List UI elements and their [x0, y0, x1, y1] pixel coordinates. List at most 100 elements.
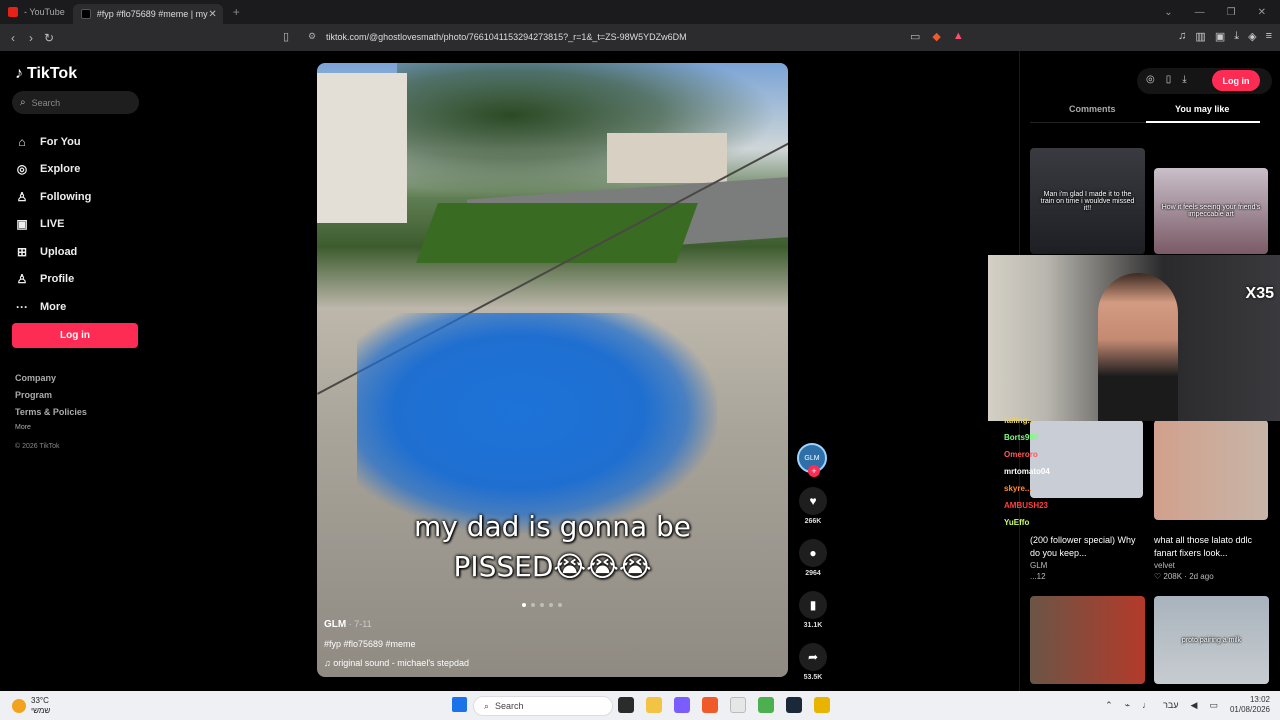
nav-label: More [40, 300, 67, 313]
footer-program[interactable]: Program [15, 390, 87, 407]
wallet-icon[interactable]: ▣ [1215, 30, 1225, 43]
save-action[interactable]: ▮ 31.1K [797, 591, 829, 629]
carousel-dot[interactable] [522, 603, 526, 607]
language-indicator[interactable]: עבר [1163, 700, 1178, 710]
like-count: 266K [804, 518, 822, 525]
footer-company[interactable]: Company [15, 373, 87, 390]
nav-live[interactable]: ▣ LIVE [14, 211, 91, 239]
new-tab-button[interactable]: + [233, 5, 240, 19]
comment-icon[interactable]: ● [799, 539, 827, 567]
app-icon[interactable] [814, 697, 830, 713]
close-icon[interactable]: ✕ [208, 9, 216, 20]
battery-icon[interactable]: ▭ [1209, 700, 1218, 711]
nav-explore[interactable]: ◎ Explore [14, 156, 91, 184]
taskbar-search[interactable]: ⌕ Search [473, 696, 613, 716]
microphone-icon[interactable]: ♩ [1142, 700, 1151, 710]
blue-paint-splash [357, 313, 717, 533]
like-action[interactable]: ♥ 266K [797, 487, 829, 525]
video-player[interactable]: my dad is gonna be PISSED😭😭😭 GLM · 7-11 … [317, 63, 788, 677]
task-view-icon[interactable] [618, 697, 634, 713]
vpn-icon[interactable]: ◈ [1248, 30, 1256, 43]
heart-icon[interactable]: ♥ [799, 487, 827, 515]
recommended-thumbnail[interactable] [1154, 420, 1268, 520]
brave-shield-icon[interactable]: ◆ [932, 30, 940, 43]
recommended-card-meta[interactable]: (200 follower special) Why do you keep..… [1030, 534, 1148, 581]
tab-youtube[interactable]: - YouTube [0, 2, 73, 22]
menu-icon[interactable]: ≡ [1266, 30, 1272, 43]
phone-icon[interactable]: ▯ [1166, 74, 1172, 85]
download-icon[interactable]: ⤓ [1234, 30, 1239, 43]
search-icon: ⌕ [484, 700, 490, 711]
bookmark-icon[interactable]: ▯ [283, 30, 289, 43]
tab-you-may-like[interactable]: You may like [1175, 104, 1229, 114]
clock[interactable]: 13:02 01/08/2026 [1230, 695, 1270, 715]
site-info-icon[interactable]: ⚙ [308, 31, 316, 42]
reload-button[interactable]: ↻ [40, 31, 58, 45]
nav-following[interactable]: ♙ Following [14, 183, 92, 211]
media-icon[interactable]: ♫ [1178, 30, 1186, 43]
volume-icon[interactable]: ◀ [1191, 700, 1198, 711]
footer-more[interactable]: More [15, 424, 87, 443]
author-name[interactable]: GLM [324, 619, 346, 630]
card-title: (200 follower special) Why do you keep..… [1030, 535, 1136, 558]
chevron-down-icon[interactable]: ⌄ [1164, 7, 1172, 18]
login-button[interactable]: Log in [12, 323, 138, 348]
nav-upload[interactable]: ⊞ Upload [14, 238, 91, 266]
compass-icon[interactable]: ◎ [1146, 74, 1155, 85]
share-icon[interactable]: ➦ [799, 643, 827, 671]
avatar[interactable]: GLM + [797, 443, 827, 477]
weather-widget[interactable]: 33°C שמשי [12, 696, 50, 716]
share-action[interactable]: ➦ 53.5K [797, 643, 829, 681]
top-login-button[interactable]: Log in [1212, 70, 1260, 91]
nav-for-you[interactable]: ⌂ For You [14, 128, 91, 156]
steam-icon[interactable] [786, 697, 802, 713]
forward-button[interactable]: › [22, 31, 40, 45]
recommended-thumbnail[interactable]: Man i'm glad I made it to the train on t… [1030, 148, 1145, 254]
video-description[interactable]: #fyp #flo75689 #meme [324, 639, 469, 649]
sidebar-icon[interactable]: ▥ [1195, 30, 1205, 43]
maximize-button[interactable]: ❐ [1227, 7, 1236, 18]
tiktok-note-icon: ♪ [15, 65, 23, 82]
carousel-dot[interactable] [558, 603, 562, 607]
follow-plus-icon[interactable]: + [808, 465, 820, 477]
copyright: © 2026 TikTok [15, 443, 60, 450]
recommended-thumbnail[interactable]: proto pairing a milk [1154, 596, 1269, 684]
search-input[interactable]: ⌕ Search [12, 91, 139, 114]
address-bar: ‹ › ↻ ▯ ⚙ tiktok.com/@ghostlovesmath/pho… [0, 24, 1280, 51]
download-icon[interactable]: ⤓ [1182, 74, 1186, 85]
weather-description: שמשי [31, 706, 51, 715]
temperature: 33°C [31, 696, 49, 705]
nav-profile[interactable]: ♙ Profile [14, 266, 91, 294]
discord-icon[interactable] [674, 697, 690, 713]
tiktok-logo[interactable]: ♪ TikTok [15, 65, 77, 83]
tab-tiktok[interactable]: #fyp #flo75689 #meme | my da... ✕ [72, 4, 223, 24]
nav-more[interactable]: ··· More [14, 293, 91, 321]
recommended-card-meta[interactable]: what all those lalato ddlc fanart fixers… [1154, 534, 1272, 581]
recommended-thumbnail[interactable]: How it feels seeing your friend's impecc… [1154, 168, 1268, 254]
windows-start-icon[interactable] [452, 697, 467, 712]
network-icon[interactable]: ⌁ [1125, 700, 1130, 711]
chrome-icon[interactable] [730, 697, 746, 713]
chevron-up-icon[interactable]: ⌃ [1105, 700, 1113, 711]
bookmark-icon[interactable]: ▮ [799, 591, 827, 619]
webcam-overlay: X35 [988, 255, 1280, 421]
comment-action[interactable]: ● 2964 [797, 539, 829, 577]
carousel-dot[interactable] [540, 603, 544, 607]
close-window-button[interactable]: ✕ [1258, 7, 1266, 18]
cast-icon[interactable]: ▭ [910, 30, 920, 43]
brave-icon[interactable] [702, 697, 718, 713]
carousel-dots[interactable] [522, 603, 562, 607]
footer-terms[interactable]: Terms & Policies [15, 407, 87, 424]
url-field[interactable]: tiktok.com/@ghostlovesmath/photo/7661041… [326, 32, 687, 42]
sound-row[interactable]: ♫ original sound - michael's stepdad [324, 658, 469, 668]
tab-comments[interactable]: Comments [1069, 104, 1116, 114]
date: 01/08/2026 [1229, 705, 1270, 714]
recommended-thumbnail[interactable] [1030, 596, 1145, 684]
rewards-icon[interactable]: ▲ [953, 30, 964, 43]
carousel-dot[interactable] [531, 603, 535, 607]
carousel-dot[interactable] [549, 603, 553, 607]
minimize-button[interactable]: — [1195, 7, 1205, 18]
app-icon[interactable] [758, 697, 774, 713]
back-button[interactable]: ‹ [4, 31, 22, 45]
file-explorer-icon[interactable] [646, 697, 662, 713]
